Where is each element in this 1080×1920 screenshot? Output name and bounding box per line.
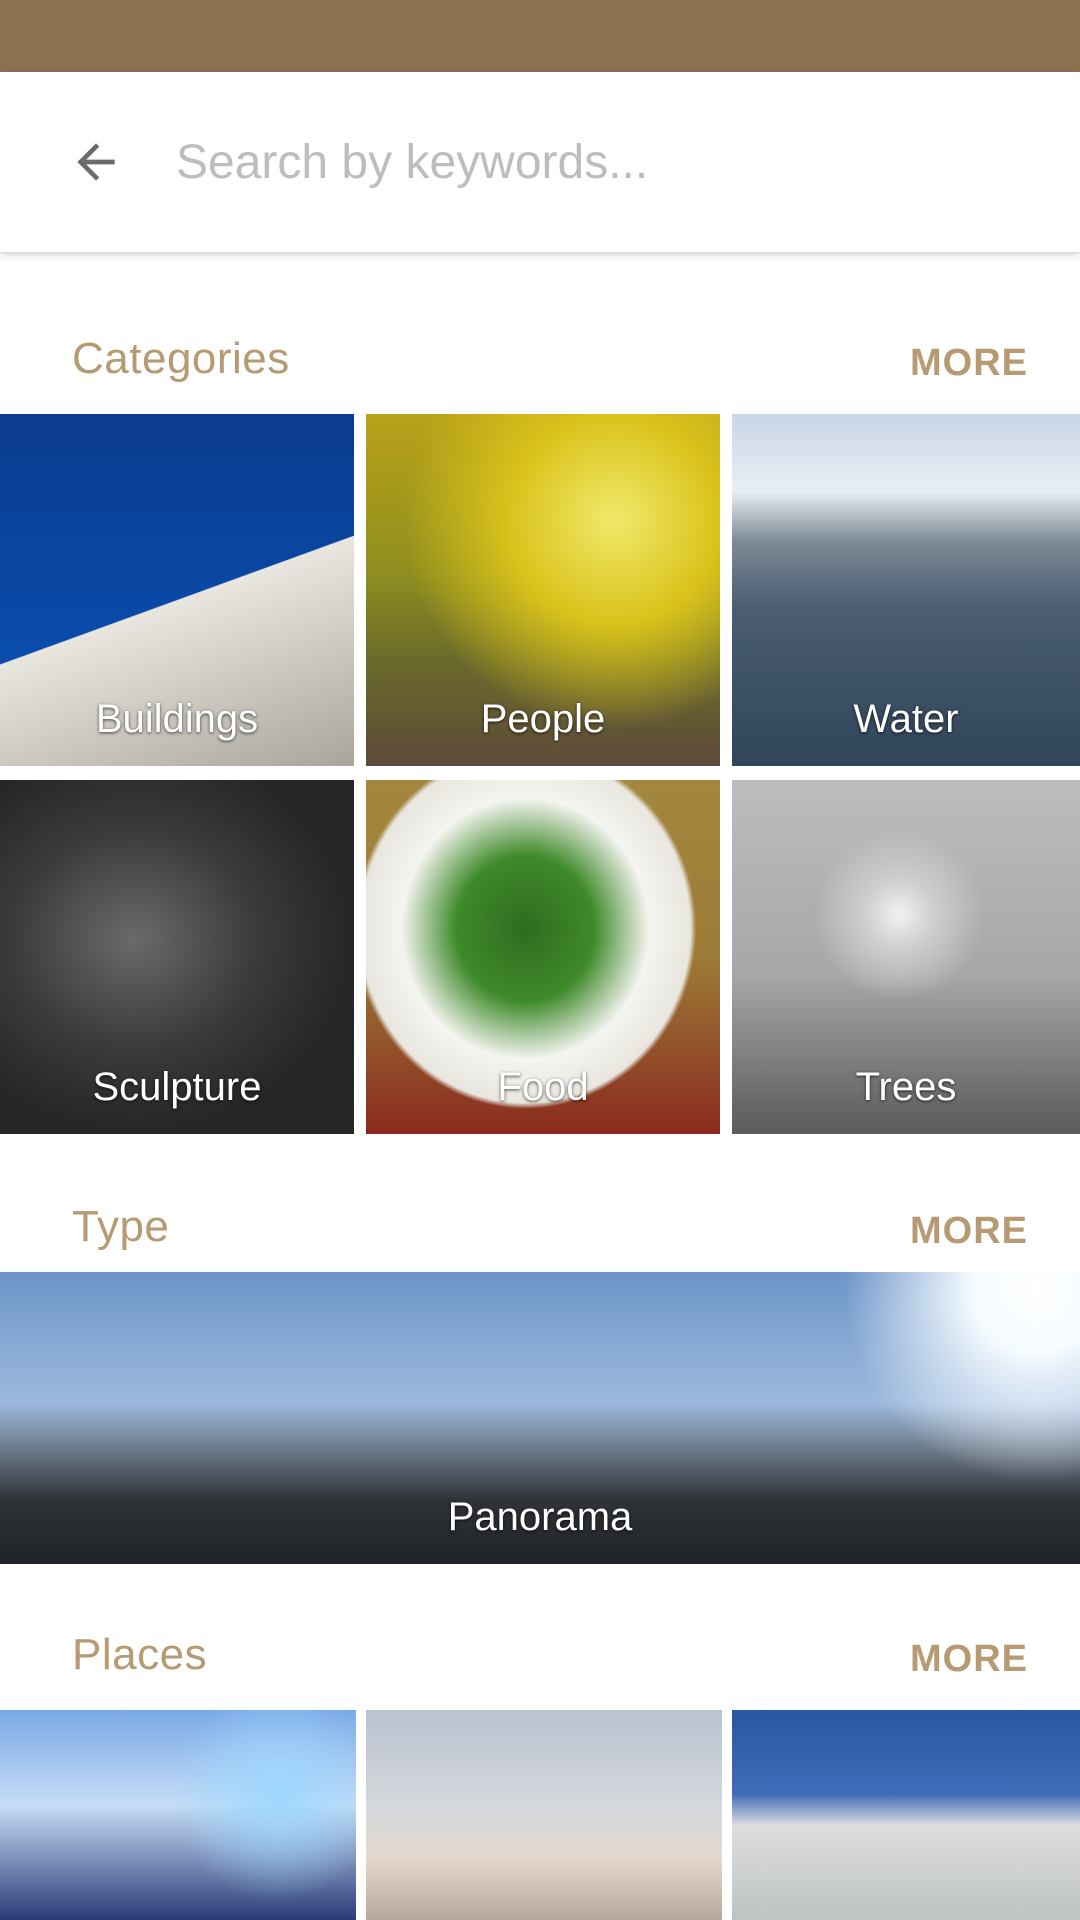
places-header: Places MORE — [0, 1608, 1080, 1698]
section-title-categories: Categories — [72, 334, 290, 383]
type-more-button[interactable]: MORE — [910, 1210, 1028, 1253]
type-header: Type MORE — [0, 1180, 1080, 1270]
back-button[interactable] — [60, 126, 132, 198]
category-tile-sculpture[interactable]: Sculpture — [0, 780, 354, 1134]
place-tile-1[interactable] — [0, 1710, 356, 1920]
tile-label: Panorama — [447, 1495, 633, 1539]
section-title-places: Places — [72, 1630, 208, 1679]
tile-label: Trees — [855, 1065, 957, 1109]
tile-label: Sculpture — [92, 1065, 262, 1109]
category-tile-trees[interactable]: Trees — [732, 780, 1080, 1134]
section-title-type: Type — [72, 1202, 170, 1251]
search-input[interactable] — [176, 124, 1016, 200]
tile-label: Buildings — [95, 697, 259, 741]
type-tile-panorama[interactable]: Panorama — [0, 1272, 1080, 1564]
status-bar — [0, 0, 1080, 72]
search-bar — [0, 72, 1080, 252]
categories-header: Categories MORE — [0, 312, 1080, 402]
places-more-button[interactable]: MORE — [910, 1638, 1028, 1681]
arrow-back-icon — [77, 143, 115, 181]
tile-label: Food — [497, 1065, 589, 1109]
category-tile-water[interactable]: Water — [732, 414, 1080, 766]
categories-more-button[interactable]: MORE — [910, 342, 1028, 385]
place-tile-3[interactable] — [732, 1710, 1080, 1920]
tile-label: Water — [853, 697, 959, 741]
category-tile-people[interactable]: People — [366, 414, 720, 766]
category-tile-buildings[interactable]: Buildings — [0, 414, 354, 766]
category-tile-food[interactable]: Food — [366, 780, 720, 1134]
tile-label: People — [480, 697, 606, 741]
place-tile-2[interactable] — [366, 1710, 722, 1920]
